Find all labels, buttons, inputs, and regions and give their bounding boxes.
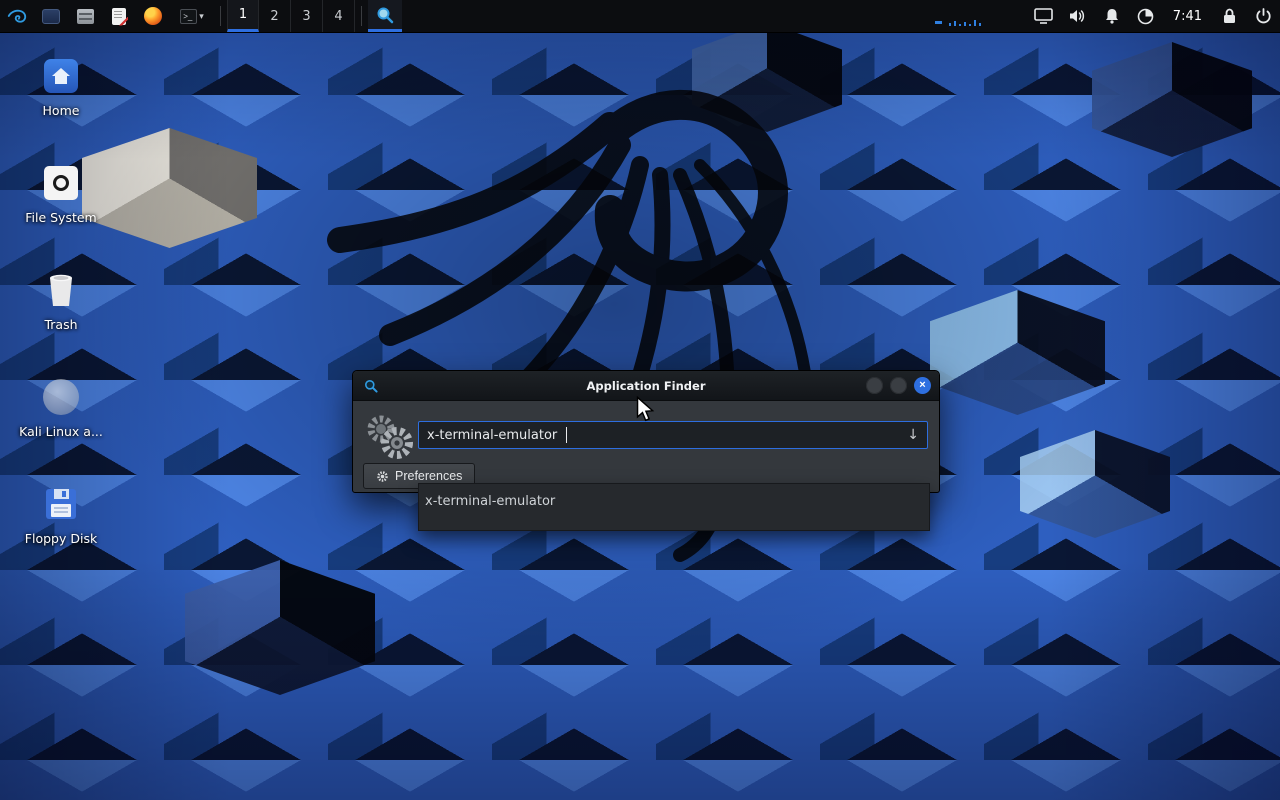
window-title: Application Finder — [353, 379, 939, 393]
desktop-icon-label: Kali Linux a... — [19, 424, 103, 439]
text-cursor — [566, 427, 567, 443]
app-finder-window-icon — [363, 378, 379, 394]
desktop-icon-label: Floppy Disk — [25, 531, 97, 546]
search-input-value: x-terminal-emulator — [427, 428, 557, 443]
display-icon — [1034, 8, 1053, 24]
firefox-launcher[interactable] — [136, 0, 170, 32]
desktop-icon-file-system[interactable]: File System — [18, 162, 104, 225]
files-window-icon — [42, 9, 60, 24]
search-input[interactable]: x-terminal-emulator ↓ — [418, 421, 928, 449]
logout-tray-button[interactable] — [1246, 0, 1280, 32]
magnifier-icon — [375, 5, 395, 25]
volume-tray-button[interactable] — [1061, 0, 1095, 32]
notifications-bell-icon — [1104, 8, 1120, 24]
workspace-1-button[interactable]: 1 — [227, 0, 259, 32]
desktop-icon-label: File System — [25, 210, 97, 225]
titlebar[interactable]: Application Finder × — [353, 371, 939, 401]
dropdown-arrow-icon[interactable]: ↓ — [907, 427, 919, 443]
document-pen-icon — [112, 8, 126, 25]
desktop-icon-home[interactable]: Home — [18, 55, 104, 118]
window-body: Preferences x-terminal-emulator ↓ x-term… — [353, 401, 939, 493]
gear-icon — [376, 470, 389, 483]
volume-icon — [1069, 8, 1087, 24]
top-panel: >_ ▾ 1 2 3 4 — [0, 0, 1280, 33]
lock-icon — [1222, 8, 1237, 24]
kali-menu-button[interactable] — [0, 0, 34, 32]
file-manager-launcher[interactable] — [68, 0, 102, 32]
text-editor-launcher[interactable] — [102, 0, 136, 32]
desktop-icon-kali-docs[interactable]: Kali Linux a... — [18, 376, 104, 439]
desktop-icon-label: Trash — [44, 317, 77, 332]
close-button[interactable]: × — [914, 377, 931, 394]
terminal-icon: >_ — [180, 9, 197, 24]
power-icon — [1255, 8, 1272, 25]
desktop-icon-label: Home — [43, 103, 80, 118]
file-system-icon — [44, 166, 78, 200]
network-tray-button[interactable] — [1129, 0, 1163, 32]
floppy-disk-icon — [44, 487, 78, 521]
gears-icon — [361, 409, 413, 461]
panel-launchers: >_ ▾ 1 2 3 4 — [0, 0, 402, 32]
firefox-icon — [144, 7, 162, 25]
trash-icon — [46, 272, 76, 308]
panel-separator — [361, 6, 362, 26]
workspace-2-button[interactable]: 2 — [259, 0, 291, 32]
kali-docs-icon — [43, 379, 79, 415]
home-icon — [44, 59, 78, 93]
workspace-switcher: 1 2 3 4 — [227, 0, 355, 32]
panel-separator — [220, 6, 221, 26]
desktop-icon-floppy[interactable]: Floppy Disk — [18, 483, 104, 546]
clock[interactable]: 7:41 — [1163, 0, 1212, 32]
workspace-4-button[interactable]: 4 — [323, 0, 355, 32]
completion-dropdown: x-terminal-emulator — [418, 483, 930, 531]
chevron-down-icon: ▾ — [199, 11, 204, 22]
minimize-button[interactable] — [866, 377, 883, 394]
network-icon — [1137, 8, 1154, 25]
files-launcher[interactable] — [34, 0, 68, 32]
maximize-button[interactable] — [890, 377, 907, 394]
completion-item[interactable]: x-terminal-emulator — [419, 484, 929, 509]
terminal-launcher[interactable]: >_ ▾ — [170, 0, 214, 32]
preferences-label: Preferences — [395, 469, 462, 483]
workspace-3-button[interactable]: 3 — [291, 0, 323, 32]
display-tray-button[interactable] — [1027, 0, 1061, 32]
notifications-tray-button[interactable] — [1095, 0, 1129, 32]
kali-dragon-icon — [6, 5, 28, 27]
panel-status-area: 7:41 — [935, 0, 1280, 32]
app-finder-taskbar-button[interactable] — [368, 0, 402, 32]
indicator-tick — [935, 0, 945, 32]
file-cabinet-icon — [77, 9, 94, 24]
system-monitor-graph[interactable] — [945, 0, 1027, 32]
desktop-icon-trash[interactable]: Trash — [18, 269, 104, 332]
application-finder-window: Application Finder × Preferences x-termi… — [352, 370, 940, 493]
lock-tray-button[interactable] — [1212, 0, 1246, 32]
